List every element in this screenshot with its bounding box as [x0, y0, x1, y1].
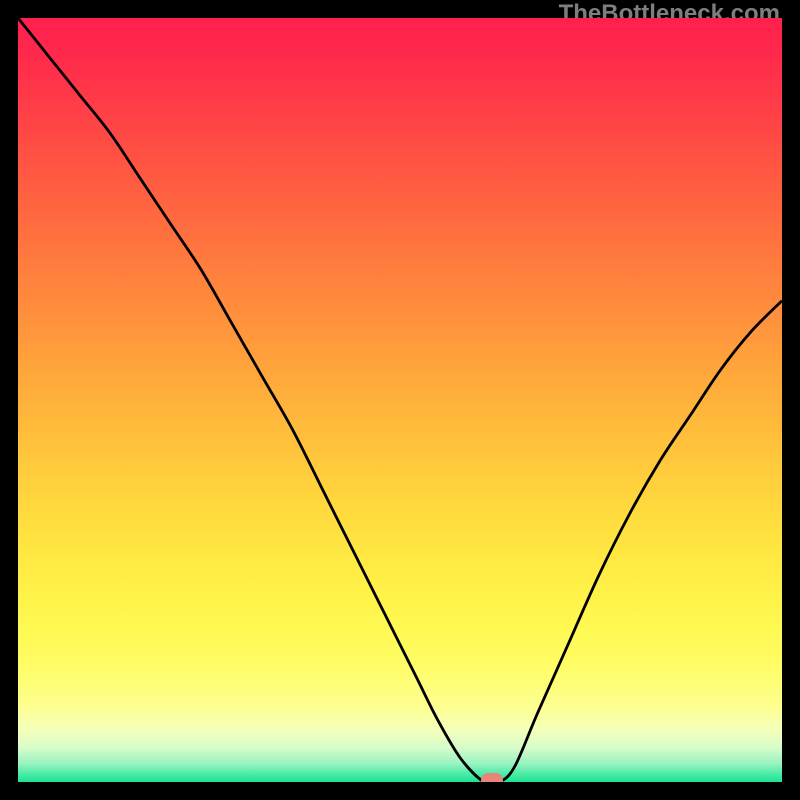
chart-curve-layer: [18, 18, 782, 782]
optimal-point-marker: [481, 773, 503, 782]
bottleneck-curve-path: [18, 18, 782, 782]
bottleneck-chart: [18, 18, 782, 782]
